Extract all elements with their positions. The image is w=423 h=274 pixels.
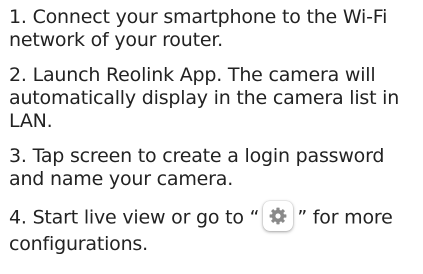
settings-gear-icon	[263, 201, 294, 231]
step-1: 1. Connect your smartphone to the Wi-Fi …	[9, 6, 388, 51]
step-4: 4. Start live view or go to “ ” for more…	[9, 201, 419, 256]
step-4-text-before: 4. Start live view or go to “	[9, 206, 260, 229]
step-3: 3. Tap screen to create a login password…	[9, 145, 385, 190]
step-2: 2. Launch Reolink App. The camera will a…	[9, 64, 400, 132]
instruction-steps: 1. Connect your smartphone to the Wi-Fi …	[9, 6, 419, 256]
